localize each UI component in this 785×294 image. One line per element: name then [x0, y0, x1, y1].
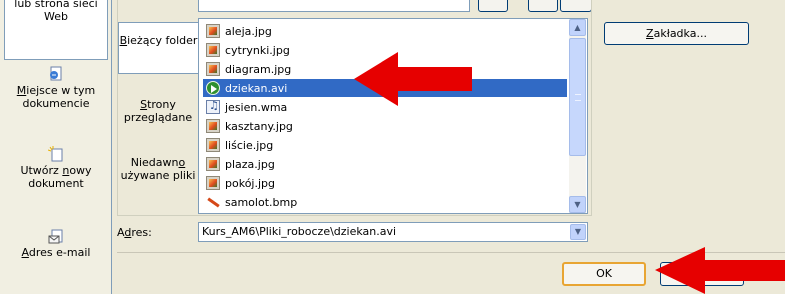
list-item[interactable]: plaza.jpg	[203, 155, 567, 173]
list-item[interactable]: aleja.jpg	[203, 22, 567, 40]
file-list[interactable]: aleja.jpg cytrynki.jpg diagram.jpg dziek…	[198, 18, 588, 214]
image-file-icon	[206, 119, 220, 133]
scroll-thumb[interactable]	[569, 38, 586, 156]
file-name: aleja.jpg	[225, 24, 272, 38]
file-name: plaza.jpg	[225, 157, 275, 171]
new-document-icon	[47, 146, 64, 162]
red-arrow-icon	[354, 52, 472, 106]
file-name: pokój.jpg	[225, 176, 275, 190]
list-item[interactable]: kasztany.jpg	[203, 117, 567, 135]
look-in-tabs: Bieżący folder Strony przeglądane Niedaw…	[118, 14, 198, 214]
file-name: cytrynki.jpg	[225, 43, 290, 57]
file-name: dziekan.avi	[225, 81, 288, 95]
link-item-new-document[interactable]: Utwórz nowy dokument	[4, 146, 108, 202]
link-to-bar: lub strona sieci Web Miejsce w tym dokum…	[0, 0, 112, 294]
list-item[interactable]: liście.jpg	[203, 136, 567, 154]
link-item-web-page-label: lub strona sieci Web	[14, 0, 98, 23]
list-item[interactable]: samolot.bmp	[203, 193, 567, 211]
red-arrow-icon	[655, 247, 785, 294]
chevron-down-icon[interactable]: ▼	[570, 224, 586, 240]
file-name: jesien.wma	[225, 100, 288, 114]
address-value: Kurs_AM6\Pliki_robocze\dziekan.avi	[202, 225, 397, 238]
link-item-email-label: Adres e-mail	[21, 246, 91, 259]
file-name: samolot.bmp	[225, 195, 298, 209]
audio-file-icon	[206, 99, 220, 114]
image-file-icon	[206, 24, 220, 38]
image-file-icon	[206, 176, 220, 190]
bookmark-button[interactable]: Zakładka...	[604, 22, 749, 45]
video-file-icon	[206, 81, 220, 95]
image-file-icon	[206, 138, 220, 152]
email-icon	[48, 228, 64, 244]
ok-button[interactable]: OK	[562, 262, 646, 286]
list-item[interactable]: pokój.jpg	[203, 174, 567, 192]
image-file-icon	[206, 62, 220, 76]
link-item-place-in-document[interactable]: Miejsce w tym dokumencie	[4, 66, 108, 126]
file-name: liście.jpg	[225, 138, 274, 152]
image-file-icon	[206, 43, 220, 57]
file-name: kasztany.jpg	[225, 119, 293, 133]
tab-recent-files[interactable]: Niedawno używane pliki	[118, 156, 198, 200]
tab-browsed-pages[interactable]: Strony przeglądane	[118, 98, 198, 128]
address-field[interactable]: Kurs_AM6\Pliki_robocze\dziekan.avi ▼	[198, 222, 588, 242]
link-item-web-page[interactable]: lub strona sieci Web	[4, 0, 108, 60]
link-item-email[interactable]: Adres e-mail	[4, 228, 108, 272]
scroll-down-button[interactable]: ▼	[569, 196, 586, 213]
bitmap-file-icon	[206, 195, 220, 209]
link-item-new-document-label: Utwórz nowy dokument	[20, 164, 92, 190]
scroll-up-button[interactable]: ▲	[569, 19, 586, 36]
file-name: diagram.jpg	[225, 62, 292, 76]
document-place-icon	[48, 66, 64, 82]
link-item-place-label: Miejsce w tym dokumencie	[16, 84, 96, 110]
file-list-scrollbar[interactable]: ▲ ▼	[569, 19, 586, 213]
image-file-icon	[206, 157, 220, 171]
address-label: Adres:	[117, 226, 152, 239]
tab-current-folder[interactable]: Bieżący folder	[118, 22, 198, 74]
